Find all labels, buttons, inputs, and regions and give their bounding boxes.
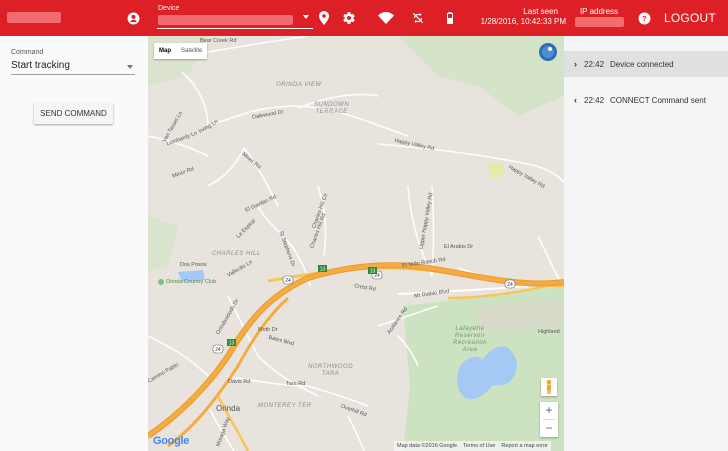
event-time: 22:42	[584, 59, 605, 69]
zoom-control: + −	[540, 402, 558, 437]
event-text: CONNECT Command sent	[610, 95, 706, 105]
report-error-link[interactable]: Report a map error	[501, 443, 547, 449]
area-label: MONTEREY TER	[258, 403, 312, 409]
top-bar: Device Last seen 1/28/2016, 10:42:33 PM …	[0, 0, 728, 36]
svg-text:24: 24	[285, 278, 291, 284]
map-type-satellite[interactable]: Satellite	[176, 43, 207, 59]
last-seen-value: 1/28/2016, 10:42:33 PM	[480, 17, 566, 26]
command-panel: Command Start tracking SEND COMMAND	[0, 36, 148, 451]
area-label-line: NORTHWOOD	[308, 364, 354, 370]
area-label: Lafayette Reservoir Recreation Area	[453, 326, 487, 354]
area-label: CHARLES HILL	[212, 251, 261, 257]
send-command-button[interactable]: SEND COMMAND	[34, 103, 113, 124]
hwy-13-shield: 13	[368, 267, 377, 275]
place-label: Orinda	[216, 404, 241, 413]
zoom-out-button[interactable]: −	[540, 420, 558, 437]
battery-icon	[446, 10, 454, 26]
event-row[interactable]: ‹ 22:42 CONNECT Command sent	[564, 87, 728, 113]
hwy-13-shield: 13	[227, 339, 236, 347]
command-select[interactable]: Start tracking	[11, 58, 135, 75]
area-label: NORTHWOOD TARA	[308, 364, 353, 378]
area-label-line: Lafayette	[455, 326, 485, 332]
sync-disabled-icon	[410, 9, 426, 26]
area-label-line: Reservoir	[454, 333, 486, 339]
wifi-icon	[377, 10, 395, 26]
svg-text:?: ?	[642, 14, 647, 23]
event-log-panel: › 22:42 Device connected ‹ 22:42 CONNECT…	[564, 36, 728, 451]
terms-link[interactable]: Terms of Use	[463, 443, 495, 449]
svg-text:13: 13	[370, 269, 376, 275]
street-label: Tara Rd	[286, 381, 306, 387]
street-label: Highland	[538, 329, 560, 335]
event-text: Device connected	[610, 59, 674, 69]
ip-address-redacted	[575, 17, 624, 27]
event-row[interactable]: › 22:42 Device connected	[564, 51, 728, 77]
street-label: El Arabis Dr	[444, 244, 474, 250]
svg-text:24: 24	[507, 282, 513, 288]
chevron-down-icon	[127, 65, 133, 69]
svg-text:13: 13	[229, 341, 235, 347]
settings-gear-icon[interactable]	[341, 10, 357, 26]
google-logo-text: Google	[153, 435, 190, 447]
account-icon[interactable]	[126, 11, 140, 25]
device-underline	[157, 28, 313, 29]
command-select-value: Start tracking	[11, 60, 70, 71]
area-label-line: Recreation	[453, 340, 488, 346]
map-canvas[interactable]: 24 24 24 24 13 13 13	[148, 36, 564, 451]
map-attribution: Map data ©2016 Google Terms of Use Repor…	[394, 441, 551, 451]
map-type-toggle[interactable]: Map Satellite	[154, 43, 208, 59]
map-view[interactable]: 24 24 24 24 13 13 13 ORINDA VIEW SUNDOWN…	[148, 36, 564, 451]
map-pegman-compass-icon[interactable]	[539, 43, 557, 61]
place-label: Orinda Country Club	[166, 279, 217, 285]
ip-address-label: IP address	[579, 7, 619, 16]
svg-text:24: 24	[215, 347, 221, 353]
chevron-down-icon	[303, 15, 309, 19]
command-label: Command	[11, 49, 44, 56]
hwy-24-shield: 24	[282, 275, 294, 285]
area-label-line: Area	[462, 347, 478, 353]
app-title-redacted	[7, 12, 61, 23]
zoom-in-button[interactable]: +	[540, 402, 558, 419]
area-label-line: TARA	[321, 371, 340, 377]
svg-text:13: 13	[320, 267, 326, 273]
area-label: SUNDOWN TERRACE	[314, 102, 349, 116]
google-logo: Google	[153, 435, 189, 447]
street-label: Dos Posos	[180, 262, 207, 268]
map-data-text: Map data ©2016 Google	[397, 443, 458, 449]
area-label: ORINDA VIEW	[276, 82, 322, 88]
incoming-arrow-icon: ›	[574, 59, 577, 69]
hwy-13-shield: 13	[318, 265, 327, 273]
hwy-24-shield: 24	[504, 279, 516, 289]
help-icon[interactable]: ?	[636, 10, 652, 26]
hwy-24-shield: 24	[212, 344, 224, 354]
area-label-line: TERRACE	[315, 109, 348, 115]
street-label: Moth Dr	[258, 327, 278, 333]
map-type-map[interactable]: Map	[154, 43, 176, 59]
device-value-redacted	[158, 15, 293, 25]
last-seen-label: Last seen	[523, 7, 558, 16]
event-time: 22:42	[584, 95, 605, 105]
location-pin-icon[interactable]	[318, 10, 330, 26]
device-label: Device	[158, 5, 180, 12]
area-label-line: SUNDOWN	[314, 102, 350, 108]
outgoing-arrow-icon: ‹	[574, 95, 577, 105]
device-select[interactable]	[157, 13, 313, 29]
street-label: Davis Rd	[228, 379, 251, 385]
logout-button[interactable]: LOGOUT	[664, 11, 716, 25]
pegman-icon[interactable]	[541, 378, 557, 396]
